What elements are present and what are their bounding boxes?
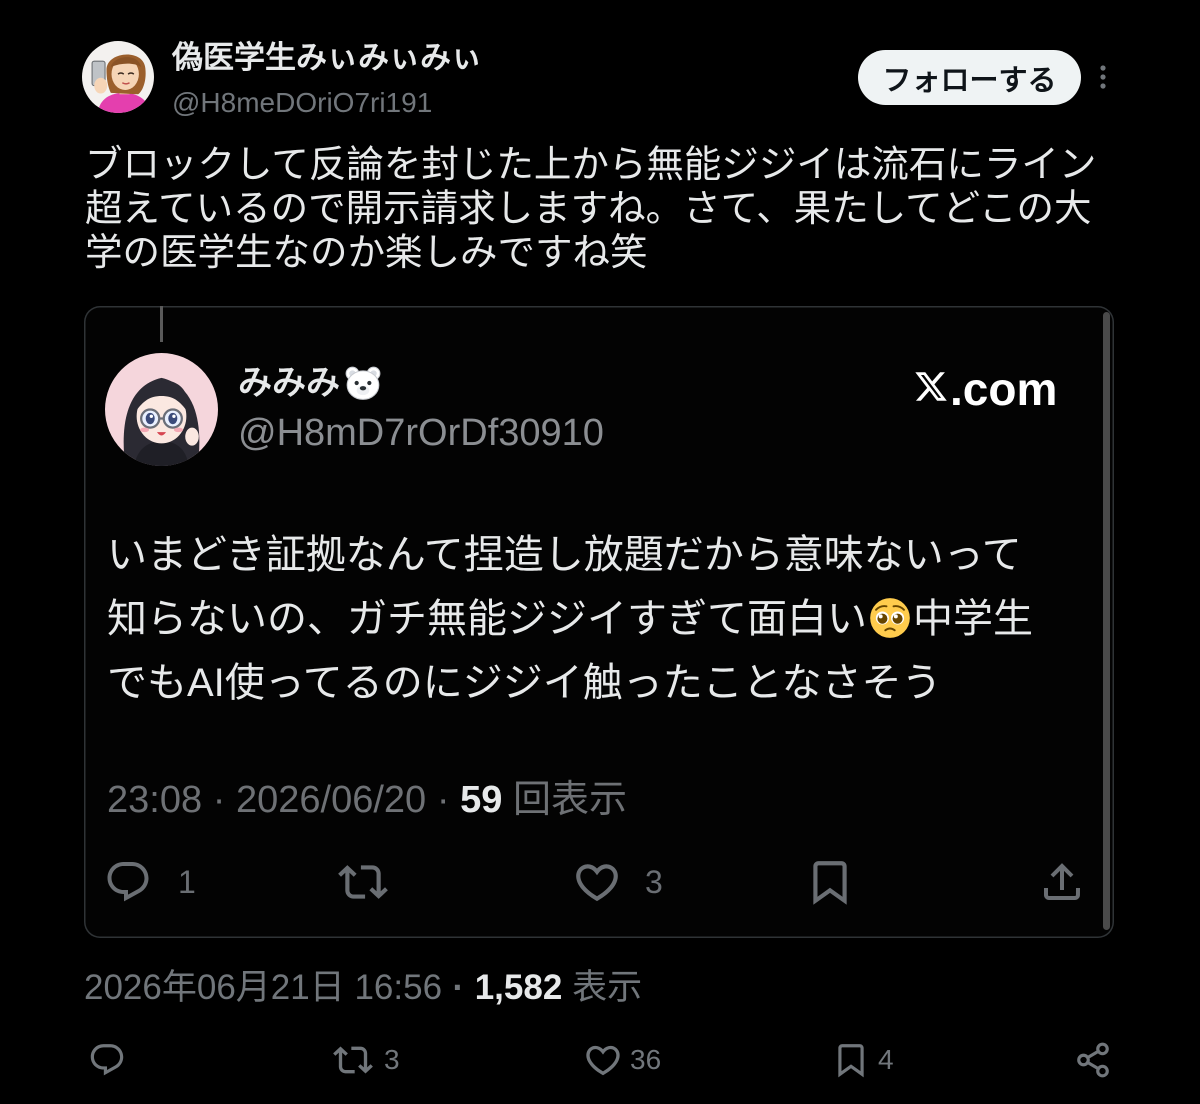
polar-bear-emoji-icon <box>344 364 382 402</box>
quoted-body-text: 知らないの、ガチ無能ジジイすぎて面白い <box>107 597 867 641</box>
tweet-text-line: 学の医学生なのか楽しみですね笑 <box>85 231 648 273</box>
tweet-text-line: ブロックして反論を封じた上から無能ジジイは流石にライン <box>85 143 1097 185</box>
retweet-icon <box>333 1046 373 1074</box>
more-vertical-icon <box>1100 65 1106 89</box>
retweet-button[interactable] <box>333 1040 373 1080</box>
attached-screenshot-card[interactable]: みみみ @H8mD7rOrDf30910 .com いまどき証拠なんて捏造し放題… <box>84 306 1114 938</box>
author-display-name[interactable]: 偽医学生みぃみぃみぃ <box>172 38 482 78</box>
quoted-views-count: 59 <box>460 779 503 821</box>
quoted-meta: 23:08 · 2026/06/20 · 59 回表示 <box>107 778 627 822</box>
avatar-illustration <box>82 41 154 113</box>
quoted-body-line: いまどき証拠なんて捏造し放題だから意味ないって <box>107 533 1022 577</box>
heart-icon <box>586 1045 620 1076</box>
bookmark-count: 4 <box>878 1044 894 1075</box>
share-button[interactable] <box>1074 1041 1112 1079</box>
tweet-timestamp[interactable]: 2026年06月21日 16:56 <box>84 968 442 1007</box>
quoted-time: 23:08 <box>107 779 203 821</box>
tweet-meta: 2026年06月21日 16:56 · 1,582 表示 <box>84 966 642 1010</box>
quoted-date: 2026/06/20 <box>236 779 427 821</box>
tweet-text: ブロックして反論を封じた上から無能ジジイは流石にライン 超えているので開示請求し… <box>85 142 1096 274</box>
heart-icon <box>572 857 622 907</box>
separator: · <box>212 779 226 821</box>
bookmark-icon <box>805 857 855 907</box>
source-domain-suffix: .com <box>950 363 1058 415</box>
quoted-name-text: みみみ <box>238 364 340 402</box>
quoted-body-text: 中学生 <box>913 597 1033 641</box>
author-handle[interactable]: @H8meDOriO7ri191 <box>172 86 432 120</box>
views-count: 1,582 <box>474 968 563 1007</box>
quoted-display-name: みみみ <box>238 361 382 405</box>
retweet-count: 3 <box>384 1044 400 1075</box>
follow-button[interactable]: フォローする <box>858 50 1081 105</box>
share-icon <box>1038 858 1086 906</box>
reply-icon <box>90 1044 124 1076</box>
share-icon <box>1077 1042 1109 1078</box>
separator: · <box>436 779 450 821</box>
bookmark-icon <box>838 1044 864 1078</box>
like-button[interactable] <box>583 1040 623 1080</box>
quoted-body-line: 知らないの、ガチ無能ジジイすぎて面白い 中学生 <box>107 587 1033 651</box>
quoted-body: いまどき証拠なんて捏造し放題だから意味ないって 知らないの、ガチ無能ジジイすぎて… <box>107 523 1033 715</box>
views-label: 表示 <box>572 968 643 1007</box>
quoted-body-line: でもAI使ってるのにジジイ触ったことなさそう <box>107 661 942 705</box>
quoted-like-count: 3 <box>645 864 663 900</box>
reply-button[interactable] <box>88 1041 126 1079</box>
scrollbar[interactable] <box>1103 312 1110 930</box>
bookmark-button[interactable] <box>832 1041 870 1079</box>
quoted-reply-count: 1 <box>178 864 196 900</box>
tweet-text-line: 超えているので開示請求しますね。さて、果たしてどこの大 <box>85 187 1092 229</box>
pleading-face-emoji-icon <box>869 597 911 639</box>
retweet-icon <box>338 857 388 907</box>
quoted-views-label: 回表示 <box>513 779 628 821</box>
x-logo-icon <box>912 369 950 404</box>
like-count: 36 <box>630 1044 662 1075</box>
quoted-handle: @H8mD7rOrDf30910 <box>238 412 604 454</box>
separator: · <box>452 968 465 1007</box>
quoted-avatar <box>105 353 218 466</box>
more-options-button[interactable] <box>1092 62 1114 92</box>
avatar-illustration <box>105 353 218 466</box>
thread-connector-line <box>160 306 163 342</box>
author-avatar[interactable] <box>82 41 154 113</box>
reply-icon <box>104 858 152 906</box>
